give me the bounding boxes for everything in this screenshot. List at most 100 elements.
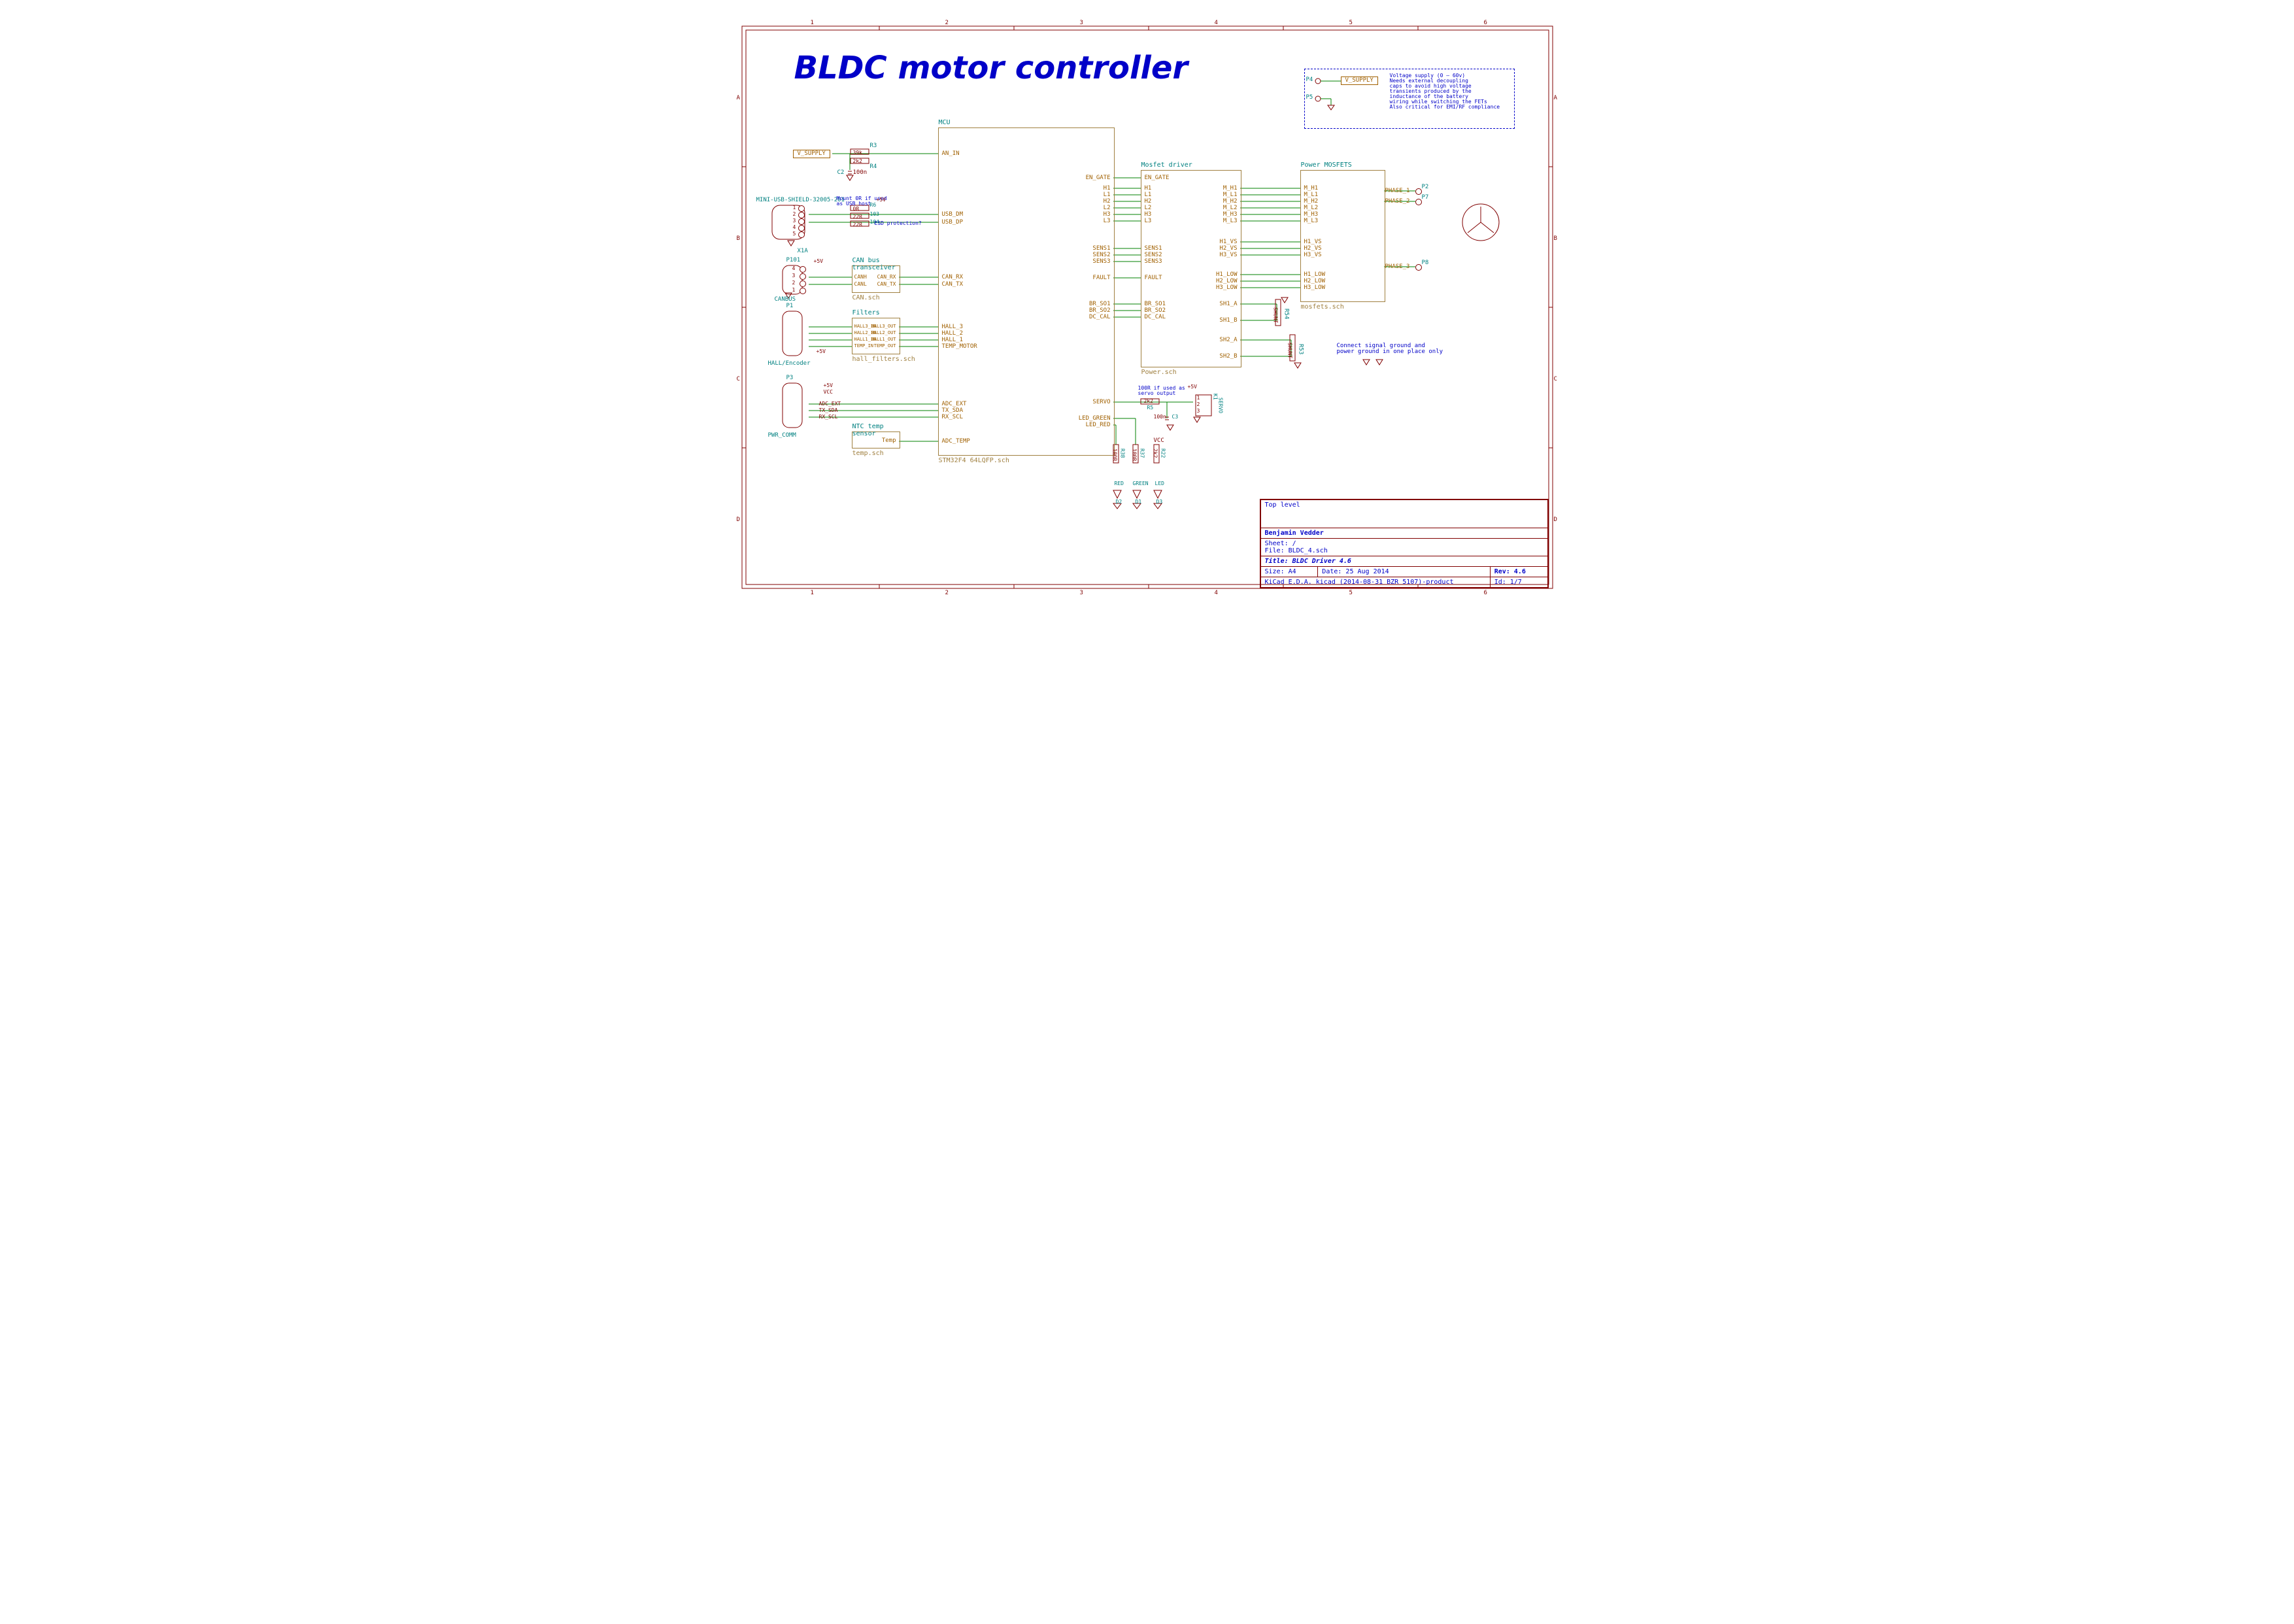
servo-pad1: 1 <box>1197 396 1200 401</box>
r22-val: 2k2 <box>1153 448 1158 458</box>
canbus-ref: P101 <box>786 258 801 263</box>
mcu-pin-l3: L3 <box>1104 218 1111 224</box>
pwr-pin-sh2a: SH2_A <box>1219 337 1237 343</box>
can-sheet-name: CAN bus transceiver <box>852 257 900 271</box>
temp-pin: Temp <box>882 438 896 444</box>
temp-sheet-name: NTC temp sensor <box>852 423 900 437</box>
pwrcomm-sda: TX_SDA <box>819 408 838 413</box>
mcu-pin-hall1: HALL_1 <box>942 337 964 343</box>
hall-conn-icon <box>775 307 814 360</box>
mcu-sheet-name: MCU <box>939 119 951 126</box>
mcu-pin-en-gate: EN_GATE <box>1086 175 1111 181</box>
mcu-pin-fault: FAULT <box>1092 275 1110 281</box>
c2-ref: C2 <box>837 170 845 176</box>
can-pad-4 <box>800 266 806 273</box>
mos-pin-mh3: M_H3 <box>1304 212 1319 218</box>
can-pad-3 <box>800 273 806 280</box>
mcu-pin-sens3: SENS3 <box>1092 259 1110 265</box>
can-pin-canh: CANH <box>854 275 867 280</box>
mcu-pin-sens1: SENS1 <box>1092 246 1110 252</box>
usb-pad5-n: 5 <box>793 231 796 237</box>
mcu-pin-l1: L1 <box>1104 192 1111 198</box>
phase1-pad <box>1415 188 1422 195</box>
r37-val: 100R <box>1132 448 1137 461</box>
can-pad4-n: 4 <box>792 266 796 271</box>
r6-val: 0R <box>853 207 860 212</box>
mcu-pin-hall2: HALL_2 <box>942 331 964 337</box>
mcu-pin-rx-scl: RX_SCL <box>942 414 964 420</box>
pwr-pin-mh1: M_H1 <box>1223 186 1238 192</box>
usb-pad1-n: 1 <box>793 205 796 211</box>
flt-pin-h2out: HALL2_OUT <box>871 331 896 335</box>
flt-pin-tout: TEMP_OUT <box>874 344 896 348</box>
phase2-conn: P7 <box>1422 195 1429 201</box>
tb-id: Id: 1/7 <box>1490 577 1547 588</box>
r4-ref: R4 <box>870 164 877 170</box>
can-pad1-n: 1 <box>792 288 796 293</box>
pwr-pin-dccal: DC_CAL <box>1145 314 1166 320</box>
mos-pin-mh2: M_H2 <box>1304 199 1319 205</box>
title-block: Top level Benjamin Vedder Sheet: / File:… <box>1260 499 1549 588</box>
usb-conn-icon <box>768 203 814 242</box>
hall-ref: P1 <box>786 303 794 309</box>
mcu-pin-l2: L2 <box>1104 205 1111 211</box>
pwr-pin-h2low: H2_LOW <box>1216 279 1238 284</box>
tb-title: Title: BLDC Driver 4.6 <box>1260 556 1547 567</box>
rdp-val: 22R <box>853 222 862 228</box>
leds-vcc: VCC <box>1154 438 1164 444</box>
pwrcomm-conn-icon <box>775 379 814 431</box>
usb-pad3-n: 3 <box>793 218 796 224</box>
mos-pin-ml3: M_L3 <box>1304 218 1319 224</box>
phase3-lbl: PHASE_3 <box>1385 264 1410 270</box>
servo-pull: +5V <box>1188 384 1197 390</box>
usb-conn-ref: X1A <box>798 248 808 254</box>
phase1-conn: P2 <box>1422 184 1429 190</box>
phase1-lbl: PHASE_1 <box>1385 188 1410 194</box>
flt-pin-tin: TEMP_IN <box>854 344 874 348</box>
r54-ref: R54 <box>1283 309 1289 319</box>
c3-val: 100n <box>1154 414 1166 420</box>
mos-pin-h3low: H3_LOW <box>1304 285 1326 291</box>
filters-sheet-name: Filters <box>852 309 880 316</box>
hall-pull: +5V <box>817 349 826 354</box>
d3-name: LED <box>1155 481 1164 486</box>
pwr-pin-sens2: SENS2 <box>1145 252 1162 258</box>
r53-val: SHUNT <box>1287 343 1292 358</box>
pwr-pin-l2: L2 <box>1145 205 1152 211</box>
pwrcomm-name: PWR_COMM <box>768 433 796 439</box>
usb-pad2-n: 2 <box>793 212 796 217</box>
canbus-pull: +5V <box>814 259 823 264</box>
mcu-pin-led-g: LED_GREEN <box>1079 416 1111 422</box>
flt-pin-h1out: HALL1_OUT <box>871 337 896 342</box>
esd-note: ESD protection? <box>875 221 922 226</box>
can-pad3-n: 3 <box>792 273 796 279</box>
pwr-pin-sens1: SENS1 <box>1145 246 1162 252</box>
r22-ref: R22 <box>1160 448 1166 458</box>
r4-val: 2k2 <box>853 159 862 164</box>
pwrcomm-scl: RX_SCL <box>819 414 838 420</box>
phase3-pad <box>1415 264 1422 271</box>
pwrcomm-vcc: VCC <box>824 390 833 395</box>
an-vsupply-tag: V_SUPPLY <box>793 150 830 158</box>
d2-ref: D2 <box>1116 499 1122 505</box>
tb-size: Size: A4 <box>1260 567 1318 577</box>
pwr-pin-brso2: BR_SO2 <box>1145 308 1166 314</box>
phase2-lbl: PHASE_2 <box>1385 199 1410 205</box>
pwrcomm-5v: +5V <box>824 383 833 388</box>
mcu-pin-dccal: DC_CAL <box>1089 314 1111 320</box>
mosfets-sheet-name: Power MOSFETS <box>1301 161 1352 169</box>
mcu-pin-tx-sda: TX_SDA <box>942 408 964 414</box>
pwr-pin-h1low: H1_LOW <box>1216 272 1238 278</box>
mcu-pin-adc-temp: ADC_TEMP <box>942 439 970 445</box>
pwr-pin-sh2b: SH2_B <box>1219 354 1237 360</box>
r5-val: 2k2 <box>1144 399 1153 404</box>
power-sheet-file: Power.sch <box>1141 369 1177 376</box>
mcu-pin-usb-dm: USB_DM <box>942 212 964 218</box>
pwr-pin-ml1: M_L1 <box>1223 192 1238 198</box>
mcu-pin-h2: H2 <box>1104 199 1111 205</box>
r38-ref: R38 <box>1120 448 1125 458</box>
pwr-pin-brso1: BR_SO1 <box>1145 301 1166 307</box>
phase3-conn: P8 <box>1422 260 1429 266</box>
mcu-pin-hall3: HALL_3 <box>942 324 964 330</box>
mcu-pin-sens2: SENS2 <box>1092 252 1110 258</box>
